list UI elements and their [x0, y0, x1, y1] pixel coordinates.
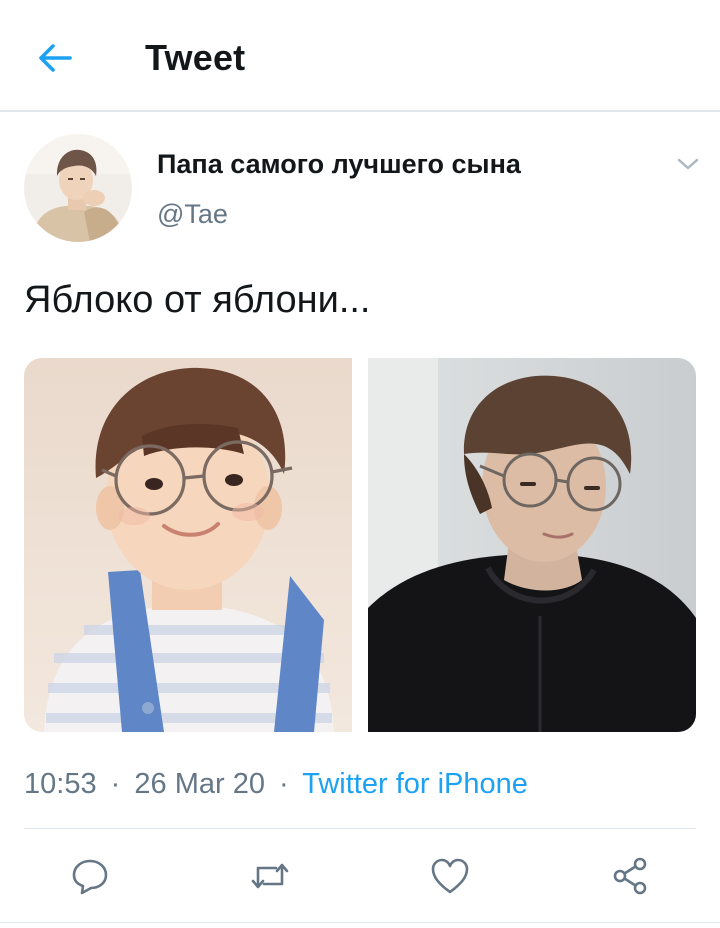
- photo-young-man-with-glasses[interactable]: [368, 358, 696, 732]
- tweet-source-link[interactable]: Twitter for iPhone: [302, 768, 528, 800]
- avatar[interactable]: [24, 134, 132, 242]
- chevron-down-icon: [677, 158, 699, 170]
- tweet-time: 10:53: [24, 768, 97, 800]
- meta-separator: ·: [110, 768, 121, 800]
- reply-button[interactable]: [68, 854, 112, 898]
- share-button[interactable]: [608, 854, 652, 898]
- tweet-text: Яблоко от яблони...: [24, 279, 371, 321]
- like-icon: [431, 858, 469, 894]
- media-gap: [352, 358, 368, 732]
- tweet-media: [24, 358, 696, 732]
- tweet-date: 26 Mar 20: [134, 768, 265, 800]
- divider: [24, 828, 696, 829]
- bottom-divider: [0, 922, 720, 923]
- back-button[interactable]: [30, 36, 80, 80]
- share-icon: [613, 857, 647, 895]
- page-title: Tweet: [145, 37, 246, 78]
- display-name[interactable]: Папа самого лучшего сына: [157, 148, 521, 180]
- like-button[interactable]: [428, 854, 472, 898]
- action-bar: [0, 848, 720, 904]
- retweet-icon: [251, 863, 289, 889]
- tweet-meta: 10:53 · 26 Mar 20 · Twitter for iPhone: [24, 766, 528, 802]
- user-handle[interactable]: @Tae: [157, 198, 228, 230]
- meta-separator: ·: [279, 768, 289, 800]
- reply-icon: [72, 859, 108, 895]
- back-arrow-icon: [39, 44, 72, 72]
- retweet-button[interactable]: [248, 854, 292, 898]
- top-bar: Tweet: [0, 0, 720, 112]
- photo-child-with-glasses[interactable]: [24, 358, 352, 732]
- tweet-menu-button[interactable]: [672, 150, 704, 178]
